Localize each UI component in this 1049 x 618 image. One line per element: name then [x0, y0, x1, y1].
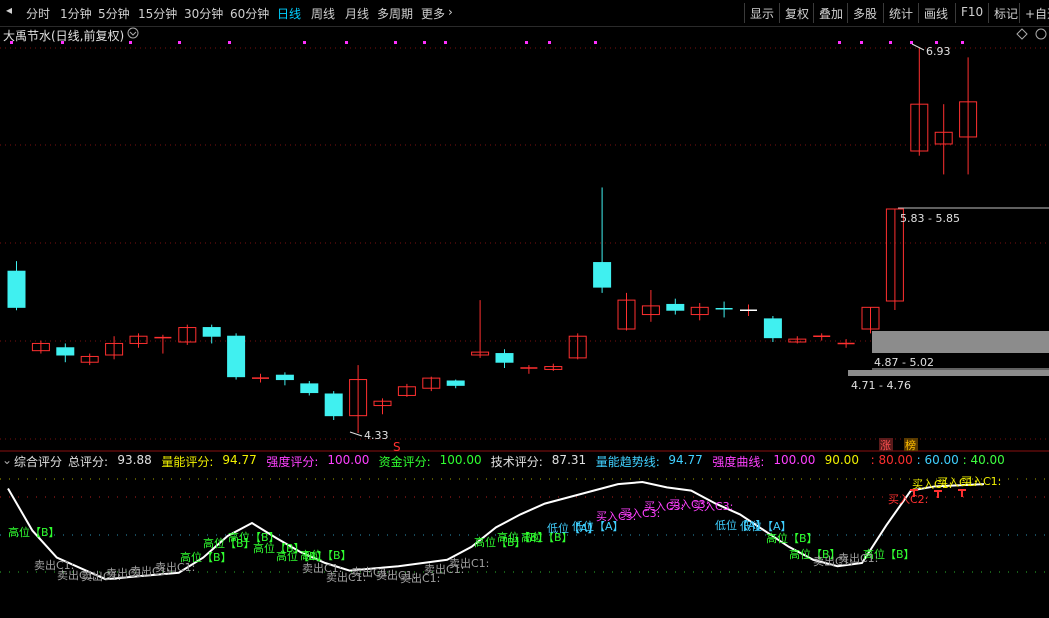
buy-c3-label: 买入C3: — [693, 500, 733, 513]
top-marker-dot — [423, 41, 426, 44]
arrow-line — [911, 43, 925, 51]
resistance-label: 5.83 - 5.85 — [900, 212, 960, 225]
settings-icon — [1035, 28, 1047, 40]
candle-body — [56, 347, 75, 356]
top-marker-dot — [910, 41, 913, 44]
stat-value-5: 94.77 — [668, 453, 703, 467]
arrow-up-icon — [934, 490, 942, 498]
top-marker-dot — [444, 41, 447, 44]
candle-body — [495, 353, 514, 363]
chevron-down-icon — [129, 31, 137, 36]
level-value-2: : 60.00 — [916, 453, 959, 467]
low-label: 低位【A】 — [740, 519, 792, 533]
price-chart: 6.93 5.83 - 5.85 4.87 - 5.02 4.71 - 4.76 4.3… — [0, 27, 1049, 585]
candle-body — [7, 270, 26, 308]
high-label: 高位【B】 — [8, 525, 60, 539]
top-marker-dot — [10, 41, 13, 44]
top-marker-dot — [129, 41, 132, 44]
top-marker-dot — [594, 41, 597, 44]
bang-badge: 榜 — [905, 438, 916, 452]
support-low-label: 4.71 - 4.76 — [851, 379, 911, 392]
collapse-indicator-icon[interactable]: ⌄ — [2, 453, 12, 467]
stat-label-6: 强度曲线: — [712, 455, 765, 469]
top-marker-dot — [860, 41, 863, 44]
high-label: 高位【B】 — [300, 548, 352, 562]
level-value-0: 90.00 — [824, 453, 859, 467]
dropdown-icon — [127, 27, 139, 39]
candle-body — [666, 303, 685, 311]
stat-label-5: 量能趋势线: — [595, 455, 660, 469]
high-label: 高位【B】 — [766, 531, 818, 545]
top-marker-dot — [178, 41, 181, 44]
stat-label-0: 总评分: — [68, 455, 109, 469]
candle-body — [593, 262, 612, 288]
sell-label: 卖出C1: — [449, 556, 489, 570]
top-marker-dot — [228, 41, 231, 44]
stat-label-2: 强度评分: — [266, 455, 319, 469]
stat-value-6: 100.00 — [773, 453, 816, 467]
high-price-label: 6.93 — [926, 45, 951, 58]
stat-value-4: 87.31 — [551, 453, 587, 467]
top-marker-dot — [303, 41, 306, 44]
candle-body — [446, 380, 465, 386]
diamond-icon — [1016, 28, 1028, 40]
top-marker-dot — [525, 41, 528, 44]
top-marker-dot — [345, 41, 348, 44]
support-zone-box — [872, 331, 1049, 353]
low-price-label: 4.33 — [364, 429, 389, 442]
support-label: 4.87 - 5.02 — [874, 356, 934, 369]
stat-value-3: 100.00 — [439, 453, 482, 467]
top-marker-dot — [394, 41, 397, 44]
level-value-3: : 40.00 — [962, 453, 1005, 467]
arrow-up-icon — [958, 489, 966, 497]
top-marker-dot — [935, 41, 938, 44]
sell-label: 卖出C1: — [838, 551, 878, 565]
level-value-1: : 80.00 — [870, 453, 913, 467]
stat-value-1: 94.77 — [222, 453, 257, 467]
candle-body — [275, 374, 294, 381]
top-marker-dot — [838, 41, 841, 44]
indicator-name: 综合评分 — [14, 455, 63, 469]
stat-value-0: 93.88 — [117, 453, 152, 467]
candle-body — [763, 318, 782, 339]
top-marker-dot — [889, 41, 892, 44]
stat-label-3: 资金评分: — [378, 455, 431, 469]
buy-c2-label: 买入C2: — [888, 493, 928, 506]
sell-marker: S — [393, 440, 401, 454]
top-marker-dot — [61, 41, 64, 44]
stat-label-1: 量能评分: — [161, 455, 214, 469]
stat-value-2: 100.00 — [327, 453, 370, 467]
support-zone-line — [848, 370, 1049, 376]
candle-body — [227, 335, 246, 378]
buy-c1-label: 买入C1: — [961, 475, 1001, 488]
top-marker-dot — [548, 41, 551, 44]
sell-label: 卖出C1: — [155, 560, 195, 574]
stat-label-4: 技术评分: — [490, 455, 543, 469]
arrow-line-low — [349, 431, 363, 437]
candle-body — [202, 327, 221, 337]
top-marker-dot — [961, 41, 964, 44]
candle-body — [324, 393, 343, 417]
candle-body — [300, 383, 319, 394]
zhang-badge: 涨 — [880, 439, 891, 452]
